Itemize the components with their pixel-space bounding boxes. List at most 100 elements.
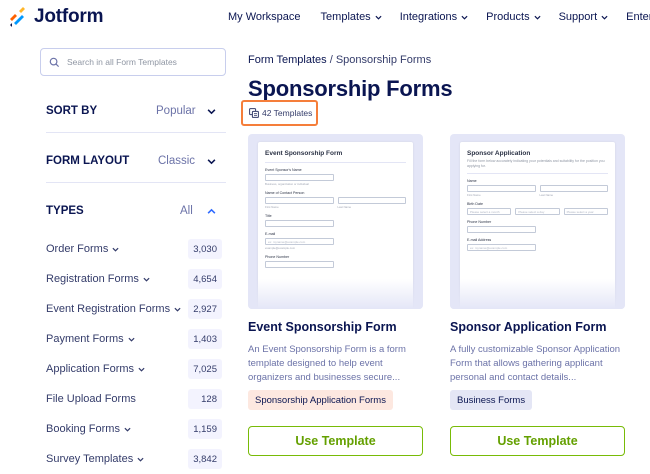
types-value: All [180,205,193,217]
category-label: Booking Forms [46,423,131,435]
preview-fade [248,279,423,309]
category-count: 7,025 [188,359,222,379]
template-category-tag[interactable]: Business Forms [450,390,533,410]
preview-select: Please select a day [515,208,560,216]
category-label: Registration Forms [46,273,150,285]
form-layout-title: FORM LAYOUT [46,155,130,167]
chevron-down-icon [143,277,150,282]
category-item[interactable]: File Upload Forms 128 [46,389,222,409]
category-count: 1,159 [188,419,222,439]
nav-my-workspace[interactable]: My Workspace [228,11,301,23]
preview-sublabel: example@example.com [265,246,296,250]
main-nav: My Workspace Templates Integrations Prod… [228,11,650,23]
preview-sublabel: First Name [265,205,279,209]
breadcrumb-separator: / [326,54,336,66]
jotform-logo[interactable]: Jotform [8,6,104,28]
chevron-down-icon [138,367,145,372]
preview-sublabel: Last Name [539,193,554,198]
category-label: Payment Forms [46,333,135,345]
use-template-button[interactable]: Use Template [248,426,423,456]
category-item[interactable]: Registration Forms 4,654 [46,269,222,289]
preview-row: ex: myname@example.com [265,236,406,245]
search-placeholder: Search in all Form Templates [67,57,177,67]
breadcrumb-parent-link[interactable]: Form Templates [248,54,327,66]
preview-input: ex: myname@example.com [265,238,334,245]
chevron-down-icon [601,15,608,20]
templates-icon [249,108,259,118]
template-description: An Event Sponsorship Form is a form temp… [248,344,406,383]
jotform-logo-icon [10,7,25,27]
use-template-button[interactable]: Use Template [450,426,625,456]
category-count: 128 [188,389,222,409]
preview-input [265,197,334,204]
template-title[interactable]: Event Sponsorship Form [248,320,397,334]
chevron-down-icon [124,427,131,432]
nav-integrations[interactable]: Integrations [400,11,468,23]
nav-label: Support [558,11,598,23]
preview-row [265,218,406,227]
preview-input [467,185,536,193]
nav-templates[interactable]: Templates [321,11,382,23]
preview-row [265,259,406,268]
divider [265,162,406,163]
search-input[interactable]: Search in all Form Templates [40,48,226,76]
types-title: TYPES [46,205,84,217]
chevron-down-icon [534,15,541,20]
chevron-down-icon [174,307,181,312]
category-item[interactable]: Order Forms 3,030 [46,239,222,259]
preview-title: Sponsor Application [467,150,531,157]
preview-input [265,261,334,268]
preview-sublabel: Last Name [337,205,352,209]
category-label: Event Registration Forms [46,303,181,315]
category-label: Order Forms [46,243,119,255]
category-count: 3,842 [188,449,222,469]
divider [46,132,226,133]
nav-support[interactable]: Support [559,11,609,23]
nav-label: Integrations [399,11,458,23]
nav-label: Enterprise [626,11,650,23]
nav-label: Templates [320,11,371,23]
preview-row: Please select a month Please select a da… [467,206,608,216]
sort-by-value: Popular [156,105,196,117]
category-item[interactable]: Payment Forms 1,403 [46,329,222,349]
template-preview[interactable]: Event Sponsorship Form Event Sponsor's N… [248,134,423,309]
preview-input [539,185,608,193]
category-item[interactable]: Event Registration Forms 2,927 [46,299,222,319]
preview-description: Fill the form below accurately indicatin… [467,159,605,168]
category-count: 1,403 [188,329,222,349]
template-category-tag[interactable]: Sponsorship Application Forms [248,390,393,410]
form-layout-selector[interactable]: FORM LAYOUT Classic [46,153,218,169]
category-item[interactable]: Booking Forms 1,159 [46,419,222,439]
breadcrumb-current: Sponsorship Forms [335,54,432,66]
nav-label: Products [486,11,530,23]
category-item[interactable]: Survey Templates 3,842 [46,449,222,469]
preview-title: Event Sponsorship Form [265,150,343,157]
chevron-down-icon [112,247,119,252]
category-item[interactable]: Application Forms 7,025 [46,359,222,379]
preview-sublabel: Business, organization or individual [265,182,309,186]
template-preview[interactable]: Sponsor Application Fill the form below … [450,134,625,309]
category-count: 4,654 [188,269,222,289]
top-header: Jotform My Workspace Templates Integrati… [0,0,650,36]
category-label: File Upload Forms [46,393,136,405]
chevron-down-icon [375,15,382,20]
category-name: Registration Forms [46,273,139,285]
preview-fade [450,279,625,309]
preview-input: ex: myname@example.com [467,244,536,252]
page-title: Sponsorship Forms [248,76,453,101]
nav-label: My Workspace [228,11,301,23]
nav-enterprise[interactable]: Enterprise [626,11,650,23]
category-name: File Upload Forms [46,393,136,405]
types-selector[interactable]: TYPES All [46,203,218,219]
category-count: 3,030 [188,239,222,259]
chevron-down-icon [207,158,216,164]
category-name: Survey Templates [46,453,134,465]
category-name: Application Forms [46,363,135,375]
template-count-text: 42 Templates [262,108,313,118]
search-icon [49,57,60,67]
sort-by-selector[interactable]: SORT BY Popular [46,103,218,119]
category-name: Booking Forms [46,423,120,435]
template-title[interactable]: Sponsor Application Form [450,320,606,334]
category-name: Order Forms [46,243,109,255]
nav-products[interactable]: Products [486,11,541,23]
